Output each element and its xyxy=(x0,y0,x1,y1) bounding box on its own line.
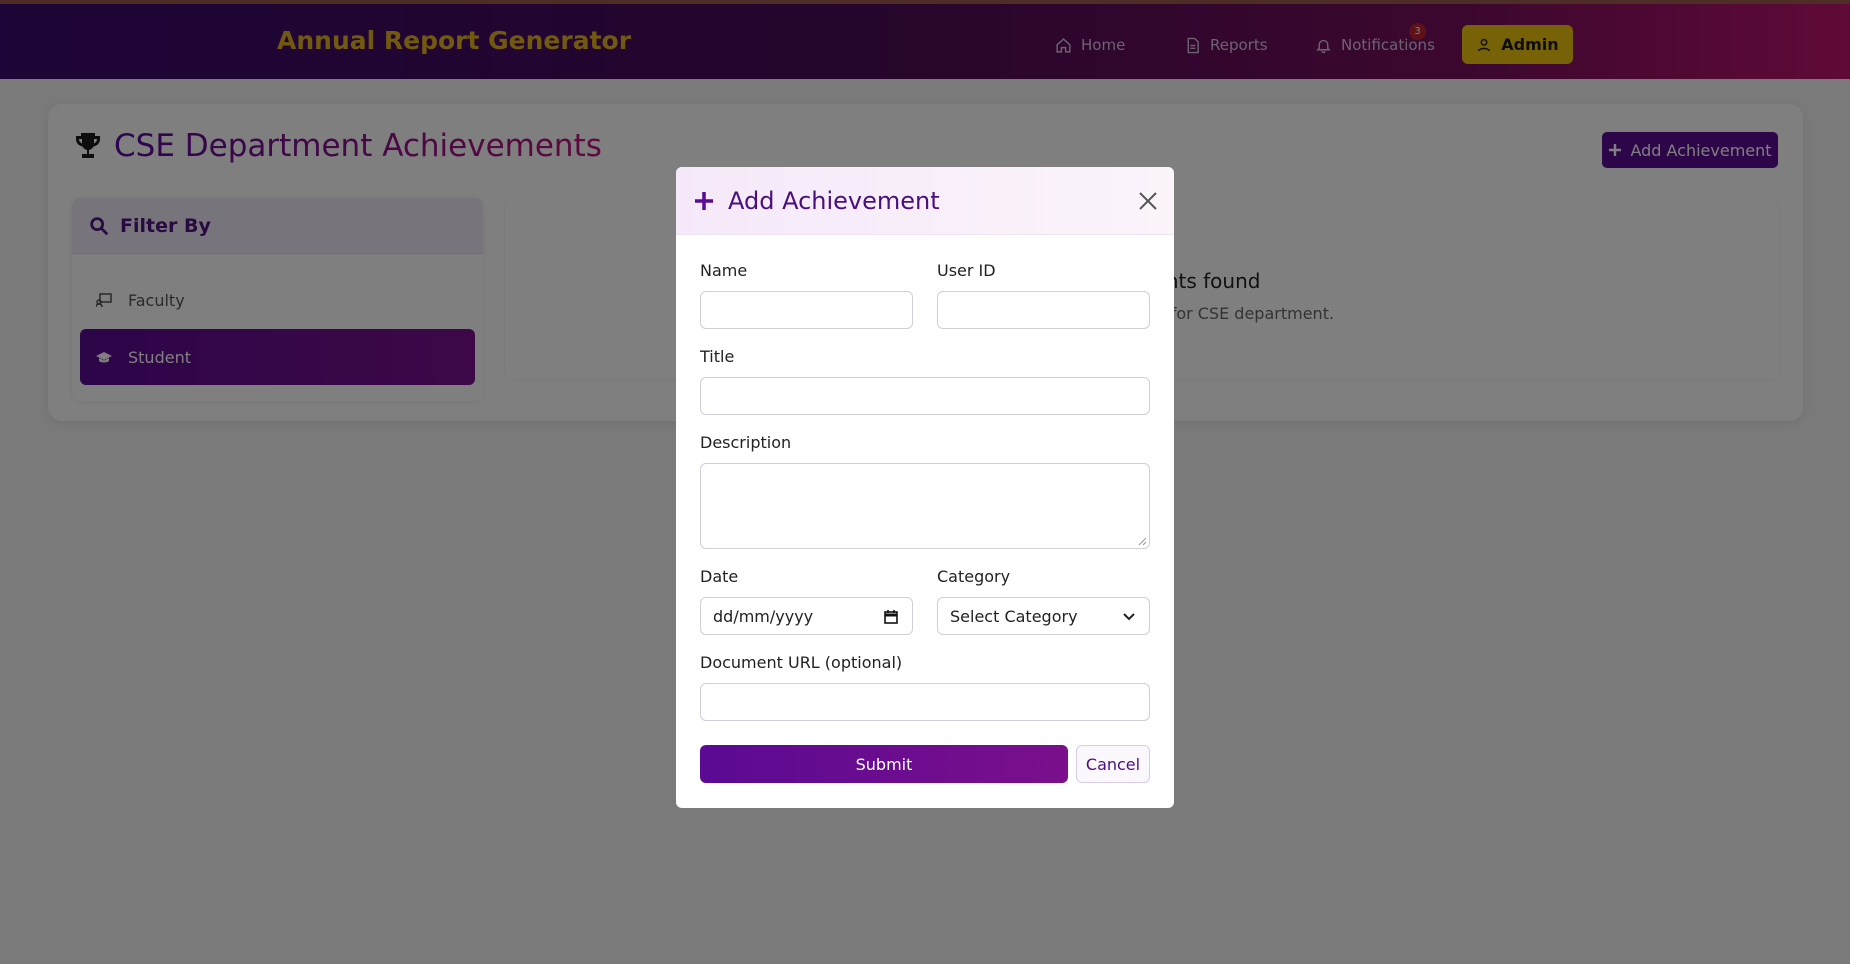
add-achievement-modal: Add Achievement Name User ID Title Descr… xyxy=(676,167,1174,808)
plus-icon xyxy=(695,191,713,210)
resize-grip-icon[interactable] xyxy=(1138,537,1147,546)
document-url-label: Document URL (optional) xyxy=(700,653,903,672)
modal-title: Add Achievement xyxy=(728,186,940,215)
submit-button[interactable]: Submit xyxy=(700,745,1068,783)
title-label: Title xyxy=(700,347,735,366)
document-url-input[interactable] xyxy=(700,683,1150,721)
title-input[interactable] xyxy=(700,377,1150,415)
category-select[interactable]: Select Category xyxy=(937,597,1150,635)
name-label: Name xyxy=(700,261,748,280)
user-id-input[interactable] xyxy=(937,291,1150,329)
close-icon[interactable] xyxy=(1136,189,1160,213)
calendar-icon[interactable] xyxy=(883,609,899,625)
date-input[interactable]: dd/mm/yyyy xyxy=(700,597,913,635)
cancel-button[interactable]: Cancel xyxy=(1076,745,1150,783)
chevron-down-icon xyxy=(1123,613,1135,621)
user-id-label: User ID xyxy=(937,261,996,280)
category-value: Select Category xyxy=(950,606,1078,626)
name-input[interactable] xyxy=(700,291,913,329)
modal-header: Add Achievement xyxy=(676,167,1174,235)
category-label: Category xyxy=(937,567,1011,586)
date-label: Date xyxy=(700,567,739,586)
description-textarea[interactable] xyxy=(700,463,1150,549)
description-label: Description xyxy=(700,433,792,452)
date-value: dd/mm/yyyy xyxy=(713,606,814,626)
